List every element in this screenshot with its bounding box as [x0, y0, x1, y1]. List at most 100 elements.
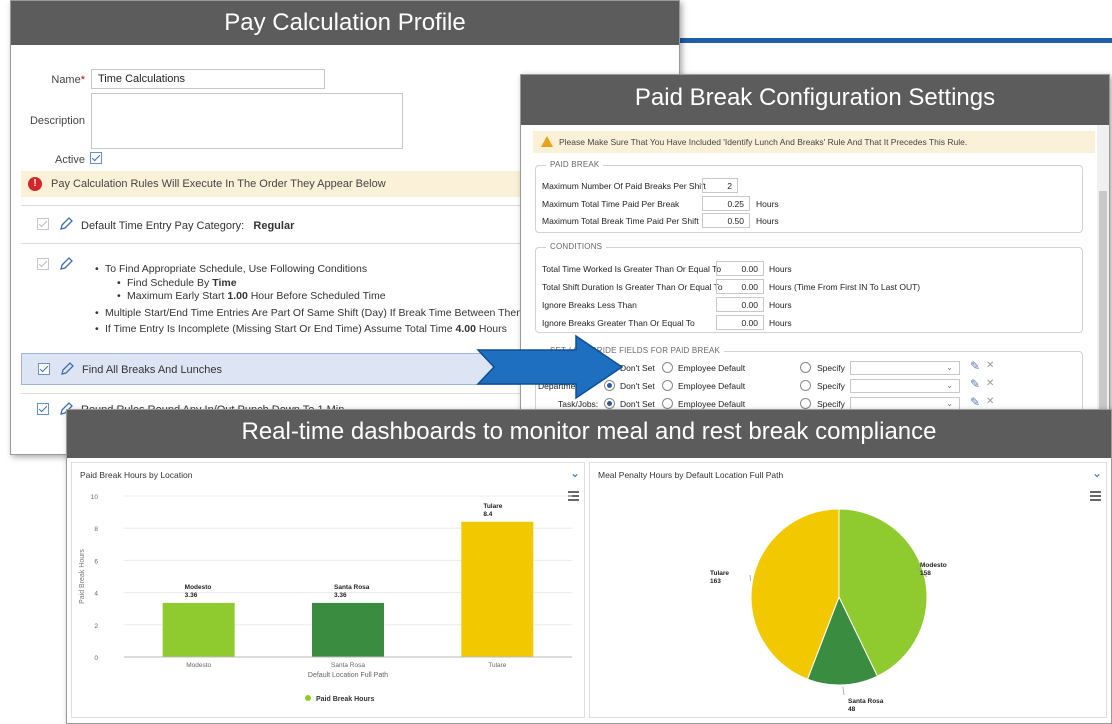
field-label: Total Shift Duration Is Greater Than Or …	[542, 282, 723, 292]
active-label: Active	[55, 154, 85, 166]
specify-radio[interactable]	[800, 380, 811, 391]
field-label: Total Time Worked Is Greater Than Or Equ…	[542, 264, 722, 274]
bar-chart-card: Paid Break Hours by Location ⌄ 0 2 4 6 8 10 Pa…	[71, 462, 585, 718]
employee-default-label: Employee Default	[678, 399, 746, 409]
callout-arrow	[476, 334, 624, 400]
rule-checkbox[interactable]	[37, 403, 49, 415]
specify-select[interactable]: ⌄	[850, 379, 960, 393]
time-worked-input[interactable]: 0.00	[716, 261, 764, 276]
lookup-icon[interactable]: ✎	[970, 377, 980, 391]
max-early-start: Maximum Early Start 1.00 Hour Before Sch…	[117, 290, 386, 302]
data-label-value: 3.36	[334, 592, 347, 599]
schedule-by-label: Find Schedule By	[127, 277, 210, 289]
name-label-text: Name	[51, 74, 81, 86]
employee-default-radio[interactable]	[662, 398, 673, 409]
description-textarea[interactable]	[91, 93, 403, 149]
rule-value: Regular	[253, 220, 295, 232]
warning-text: Pay Calculation Rules Will Execute In Th…	[51, 178, 386, 190]
close-icon[interactable]: ✕	[986, 396, 994, 407]
pencil-icon[interactable]	[59, 257, 73, 271]
rule-checkbox[interactable]	[37, 258, 49, 270]
max-paid-breaks-input[interactable]: 2	[702, 178, 738, 193]
early-start-label: Maximum Early Start	[127, 290, 225, 302]
panel-title: Real-time dashboards to monitor meal and…	[67, 410, 1111, 458]
pie-chart: Modesto158 Santa Rosa48 Tulare163	[710, 508, 947, 713]
y-tick-label: 2	[94, 623, 98, 630]
bar-modesto	[162, 602, 235, 657]
x-axis-label: Default Location Full Path	[308, 672, 388, 679]
y-axis-label: Paid Break Hours	[79, 549, 86, 604]
legend-marker	[305, 695, 311, 701]
incomplete-value: 4.00	[455, 323, 476, 335]
y-tick-label: 4	[94, 591, 98, 598]
rule-label: Default Time Entry Pay Category:	[81, 220, 245, 232]
pie-label-value: 163	[710, 578, 721, 585]
scrollbar[interactable]	[1097, 125, 1109, 418]
x-tick-label: Modesto	[186, 662, 211, 669]
pencil-icon[interactable]	[60, 362, 74, 376]
shift-duration-input[interactable]: 0.00	[716, 279, 764, 294]
specify-radio[interactable]	[800, 362, 811, 373]
rule-text: Default Time Entry Pay Category: Regular	[81, 220, 294, 232]
y-tick-label: 6	[94, 558, 98, 565]
pie-label-name: Santa Rosa	[848, 698, 884, 705]
panel-title: Paid Break Configuration Settings	[521, 75, 1109, 125]
rule-checkbox[interactable]	[37, 218, 49, 230]
x-tick-label: Tulare	[488, 662, 507, 669]
active-checkbox[interactable]	[90, 152, 102, 164]
panel-title: Pay Calculation Profile	[11, 1, 679, 45]
specify-radio[interactable]	[800, 398, 811, 409]
pie-leader-line	[842, 686, 845, 696]
schedule-by: Find Schedule By Time	[117, 277, 237, 289]
schedule-by-value: Time	[212, 277, 237, 289]
paid-break-fieldset: PAID BREAK Maximum Number Of Paid Breaks…	[535, 160, 1083, 233]
multiple-entries: Multiple Start/End Time Entries Are Part…	[95, 307, 536, 319]
pencil-icon[interactable]	[59, 217, 73, 231]
y-tick-label: 10	[91, 494, 99, 501]
incomplete-label: If Time Entry Is Incomplete (Missing Sta…	[105, 323, 453, 335]
field-unit: Hours	[756, 216, 779, 226]
field-unit: Hours	[756, 199, 779, 209]
fieldset-legend: CONDITIONS	[546, 242, 607, 251]
lookup-icon[interactable]: ✎	[970, 359, 980, 373]
early-start-value: 1.00	[227, 290, 248, 302]
field-unit: Hours	[769, 318, 792, 328]
y-tick-label: 8	[94, 526, 98, 533]
close-icon[interactable]: ✕	[986, 360, 994, 371]
employee-default-radio[interactable]	[662, 380, 673, 391]
fieldset-legend: PAID BREAK	[546, 160, 604, 169]
field-unit: Hours	[769, 264, 792, 274]
data-label-name: Santa Rosa	[334, 584, 370, 591]
ignore-greater-input[interactable]: 0.00	[716, 315, 764, 330]
scrollbar-thumb[interactable]	[1099, 191, 1107, 418]
bar-tulare	[461, 521, 534, 657]
lookup-icon[interactable]: ✎	[970, 395, 980, 409]
specify-label: Specify	[817, 363, 845, 373]
specify-label: Specify	[817, 381, 845, 391]
pie-label-name: Tulare	[710, 570, 729, 577]
pie-chart-card: Meal Penalty Hours by Default Location F…	[589, 462, 1107, 718]
data-label-value: 8.4	[483, 511, 492, 518]
specify-select[interactable]: ⌄	[850, 361, 960, 375]
field-unit: Hours	[769, 300, 792, 310]
rule-checkbox[interactable]	[38, 363, 50, 375]
x-tick-label: Santa Rosa	[331, 662, 365, 669]
max-time-per-break-input[interactable]: 0.25	[702, 196, 750, 211]
pie-label-value: 158	[920, 570, 931, 577]
rule-text: Find All Breaks And Lunches	[82, 364, 223, 376]
field-label: Maximum Number Of Paid Breaks Per Shift	[542, 181, 706, 191]
field-label: Maximum Total Time Paid Per Break	[542, 199, 680, 209]
exclamation-icon: !	[28, 177, 42, 191]
conditions-fieldset: CONDITIONS Total Time Worked Is Greater …	[535, 242, 1083, 333]
name-label: Name*	[41, 74, 85, 86]
pie-label-value: 48	[848, 706, 856, 713]
name-input[interactable]: Time Calculations	[91, 69, 325, 89]
pie-leader-line	[749, 574, 751, 581]
employee-default-label: Employee Default	[678, 363, 746, 373]
ignore-less-input[interactable]: 0.00	[716, 297, 764, 312]
close-icon[interactable]: ✕	[986, 378, 994, 389]
employee-default-radio[interactable]	[662, 362, 673, 373]
notice-text: Please Make Sure That You Have Included …	[559, 137, 968, 147]
required-mark: *	[80, 74, 85, 86]
max-break-per-shift-input[interactable]: 0.50	[702, 213, 750, 228]
